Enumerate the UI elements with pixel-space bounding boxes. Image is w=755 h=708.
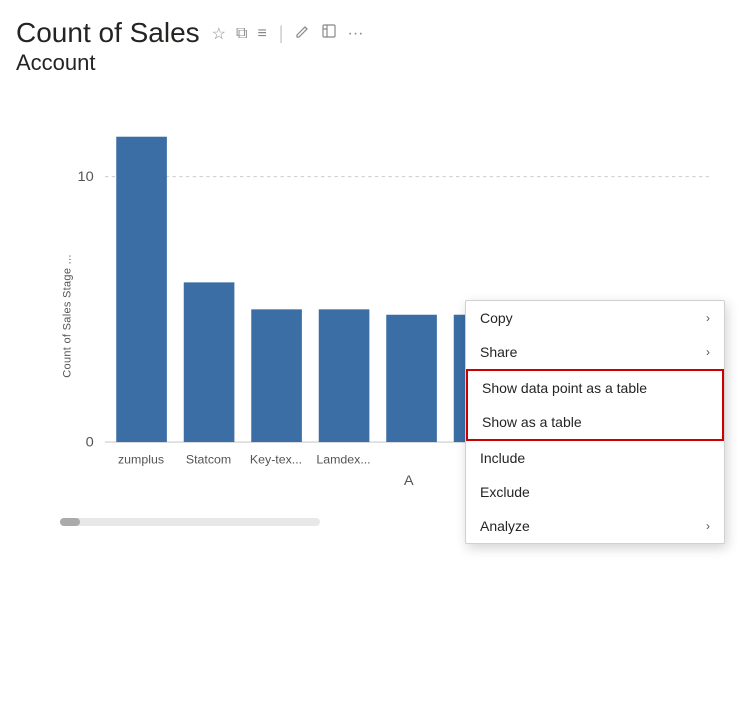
scrollbar-track[interactable]	[60, 518, 320, 526]
expand-icon[interactable]	[321, 23, 337, 44]
svg-text:10: 10	[77, 169, 93, 185]
context-menu-show-as-table-label: Show as a table	[482, 414, 582, 430]
svg-text:Key-tex...: Key-tex...	[250, 452, 302, 466]
context-menu-exclude[interactable]: Exclude	[466, 475, 724, 509]
scrollbar-area[interactable]	[60, 518, 320, 526]
context-menu-copy[interactable]: Copy ›	[466, 301, 724, 335]
context-menu-share-label: Share	[480, 344, 517, 360]
bar-statcom[interactable]	[184, 282, 235, 442]
context-menu-copy-label: Copy	[480, 310, 513, 326]
context-menu-show-data-point-label: Show data point as a table	[482, 380, 647, 396]
star-icon[interactable]: ☆	[212, 24, 226, 44]
chart-subtitle: Account	[0, 50, 755, 76]
bar-zumplus[interactable]	[116, 136, 167, 441]
pen-icon[interactable]	[295, 23, 311, 44]
context-menu: Copy › Share › Show data point as a tabl…	[465, 300, 725, 544]
y-axis-label: Count of Sales Stage ...	[62, 254, 74, 377]
context-menu-include[interactable]: Include	[466, 441, 724, 475]
analyze-chevron-icon: ›	[706, 519, 710, 533]
context-menu-analyze-label: Analyze	[480, 518, 530, 534]
context-menu-highlighted-group: Show data point as a table Show as a tab…	[466, 369, 724, 441]
header-icons: ☆ ⧉ ≡ | ···	[212, 23, 364, 44]
context-menu-exclude-label: Exclude	[480, 484, 530, 500]
svg-text:Lamdex...: Lamdex...	[316, 452, 370, 466]
share-chevron-icon: ›	[706, 345, 710, 359]
copy-chevron-icon: ›	[706, 311, 710, 325]
header-row: Count of Sales ☆ ⧉ ≡ | ···	[0, 10, 755, 50]
bar-keytex[interactable]	[251, 309, 302, 442]
copy-page-icon[interactable]: ⧉	[236, 25, 247, 43]
context-menu-share[interactable]: Share ›	[466, 335, 724, 369]
filter-icon[interactable]: ≡	[257, 25, 266, 43]
scrollbar-thumb[interactable]	[60, 518, 80, 526]
chart-container: Count of Sales ☆ ⧉ ≡ | ··· Account Count…	[0, 0, 755, 708]
context-menu-include-label: Include	[480, 450, 525, 466]
svg-text:A: A	[404, 473, 414, 489]
context-menu-show-data-point[interactable]: Show data point as a table	[468, 371, 722, 405]
separator: |	[279, 23, 284, 44]
svg-text:zumplus: zumplus	[118, 452, 164, 466]
svg-text:0: 0	[86, 434, 94, 450]
chart-title: Count of Sales	[16, 16, 200, 50]
context-menu-analyze[interactable]: Analyze ›	[466, 509, 724, 543]
more-icon[interactable]: ···	[347, 25, 363, 43]
svg-text:Statcom: Statcom	[186, 452, 231, 466]
bar-b5[interactable]	[386, 314, 437, 441]
bar-lamdex[interactable]	[319, 309, 370, 442]
context-menu-show-as-table[interactable]: Show as a table	[468, 405, 722, 439]
